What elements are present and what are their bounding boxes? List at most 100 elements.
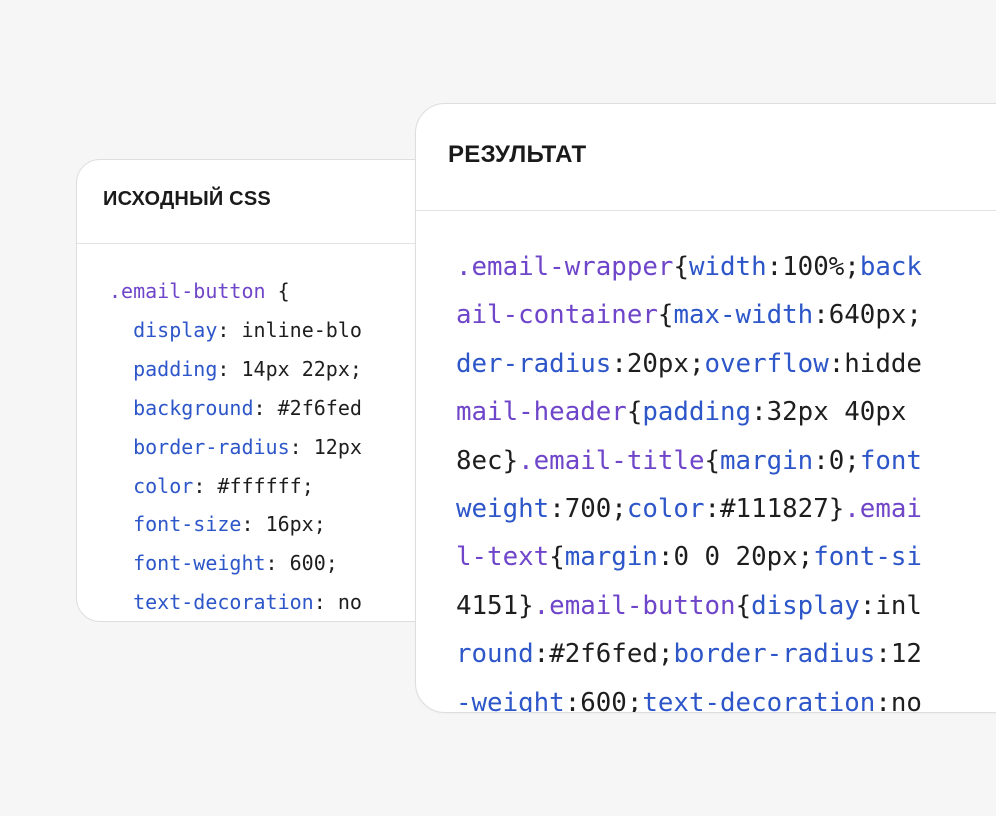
code-token-val: 20px; <box>626 348 705 379</box>
code-token-sel: mail-header <box>456 397 627 428</box>
code-token-prop: text-decoration <box>642 687 876 713</box>
code-token-punc <box>109 396 133 420</box>
code-line: mail-header{padding:32px 40px <box>456 388 996 436</box>
code-token-val: inl <box>875 590 922 621</box>
code-token-val: hidde <box>844 348 922 379</box>
code-token-sel: l-text <box>456 542 550 573</box>
code-token-prop: border-radius <box>133 434 290 459</box>
code-token-punc: : <box>766 252 783 282</box>
code-token-val: 700; <box>564 494 627 525</box>
code-token-prop: padding <box>642 397 752 428</box>
code-token-prop: der-radius <box>456 348 612 379</box>
code-token-punc <box>109 435 133 459</box>
code-token-punc: : <box>533 639 550 670</box>
code-token-prop: overflow <box>704 348 829 379</box>
code-token-val: 8ec} <box>456 445 519 476</box>
code-line: round:#2f6fed;border-radius:12 <box>456 630 996 678</box>
result-title: РЕЗУЛЬТАТ <box>416 104 996 211</box>
code-token-val: 4151} <box>456 590 534 621</box>
code-token-punc <box>109 474 133 498</box>
code-token-punc: : <box>611 348 627 379</box>
code-token-val: 32px 40px <box>766 397 907 428</box>
code-token-punc: { <box>735 590 752 621</box>
code-token-punc: : <box>253 395 278 420</box>
code-token-sel: .email-title <box>518 445 705 476</box>
result-panel: РЕЗУЛЬТАТ .email-wrapper{width:100%;back… <box>415 103 996 713</box>
code-token-punc: : <box>751 397 767 428</box>
code-token-punc: { <box>626 397 643 428</box>
code-token-prop: font-size <box>133 512 242 537</box>
code-token-punc: : <box>289 434 314 459</box>
code-token-punc <box>109 551 133 575</box>
code-token-val: inline-blo <box>241 317 362 342</box>
code-token-punc <box>109 318 133 342</box>
code-token-val: #2f6fed; <box>549 639 674 670</box>
code-token-prop: background <box>133 395 254 420</box>
code-line: 4151}.email-button{display:inl <box>456 582 996 630</box>
code-token-punc: { <box>549 542 565 573</box>
code-token-prop: font-si <box>813 542 922 573</box>
result-code[interactable]: .email-wrapper{width:100%;back ail-contai… <box>416 211 996 713</box>
code-token-val: 14px 22px; <box>241 356 362 381</box>
code-token-punc <box>109 590 133 614</box>
code-token-prop: margin <box>720 445 814 476</box>
code-token-val: 600; <box>580 687 643 713</box>
code-token-punc: : <box>657 542 674 573</box>
code-line: .email-wrapper{width:100%;back <box>456 243 996 291</box>
code-token-prop: font <box>859 445 922 476</box>
code-token-prop: font-weight <box>133 551 266 576</box>
code-token-punc: : <box>875 639 891 670</box>
code-token-sel: .email-button <box>109 279 266 303</box>
code-token-punc: : <box>217 317 242 342</box>
code-token-punc: : <box>564 687 581 713</box>
code-token-prop: back <box>859 252 922 282</box>
code-token-punc: : <box>241 512 266 537</box>
code-token-punc: : <box>859 590 876 621</box>
code-token-prop: margin <box>564 542 658 573</box>
code-line: weight:700;color:#111827}.emai <box>456 485 996 533</box>
code-token-prop: color <box>133 473 194 498</box>
code-token-punc: : <box>704 494 721 525</box>
code-token-prop: color <box>626 494 705 525</box>
code-token-punc <box>109 357 133 381</box>
code-token-sel: .email-wrapper <box>456 252 674 282</box>
code-line: -weight:600;text-decoration:no <box>456 679 996 713</box>
code-token-val: 640px; <box>828 300 922 331</box>
code-token-val: 16px; <box>265 512 326 537</box>
code-token-prop: text-decoration <box>133 590 314 615</box>
code-token-val: #2f6fed <box>277 395 362 420</box>
code-token-punc: : <box>828 348 845 379</box>
code-token-punc: : <box>549 494 565 525</box>
code-token-prop: border-radius <box>673 639 876 670</box>
code-token-val: 12px <box>313 434 362 459</box>
code-token-prop: max-width <box>673 300 814 331</box>
code-token-prop: round <box>456 639 534 670</box>
code-token-punc <box>109 512 133 536</box>
code-token-val: 0 0 20px; <box>673 542 814 573</box>
code-token-prop: display <box>133 317 218 342</box>
code-token-sel: .emai <box>844 494 922 525</box>
code-token-prop: display <box>751 590 860 621</box>
code-token-val: 100%; <box>782 252 860 282</box>
code-token-punc: { <box>704 445 721 476</box>
code-token-prop: width <box>688 252 767 282</box>
code-token-punc: : <box>313 590 338 615</box>
code-token-sel: .email-button <box>533 590 736 621</box>
code-token-val: 0; <box>828 445 860 476</box>
code-token-punc: : <box>813 300 829 331</box>
code-token-punc: : <box>217 356 242 381</box>
code-token-punc: : <box>813 445 829 476</box>
code-token-val: #111827} <box>720 494 845 525</box>
code-token-punc: { <box>657 300 674 331</box>
code-token-val: 600; <box>289 551 338 576</box>
code-token-punc: { <box>265 279 290 303</box>
code-token-val: no <box>890 687 922 713</box>
code-line: der-radius:20px;overflow:hidde <box>456 340 996 388</box>
code-token-prop: -weight <box>456 687 565 713</box>
code-token-sel: ail-container <box>456 300 658 331</box>
code-token-prop: weight <box>456 494 550 525</box>
code-token-val: #ffffff; <box>217 473 314 498</box>
code-token-punc: : <box>265 551 290 576</box>
code-line: l-text{margin:0 0 20px;font-si <box>456 533 996 581</box>
code-token-punc: : <box>193 473 218 498</box>
